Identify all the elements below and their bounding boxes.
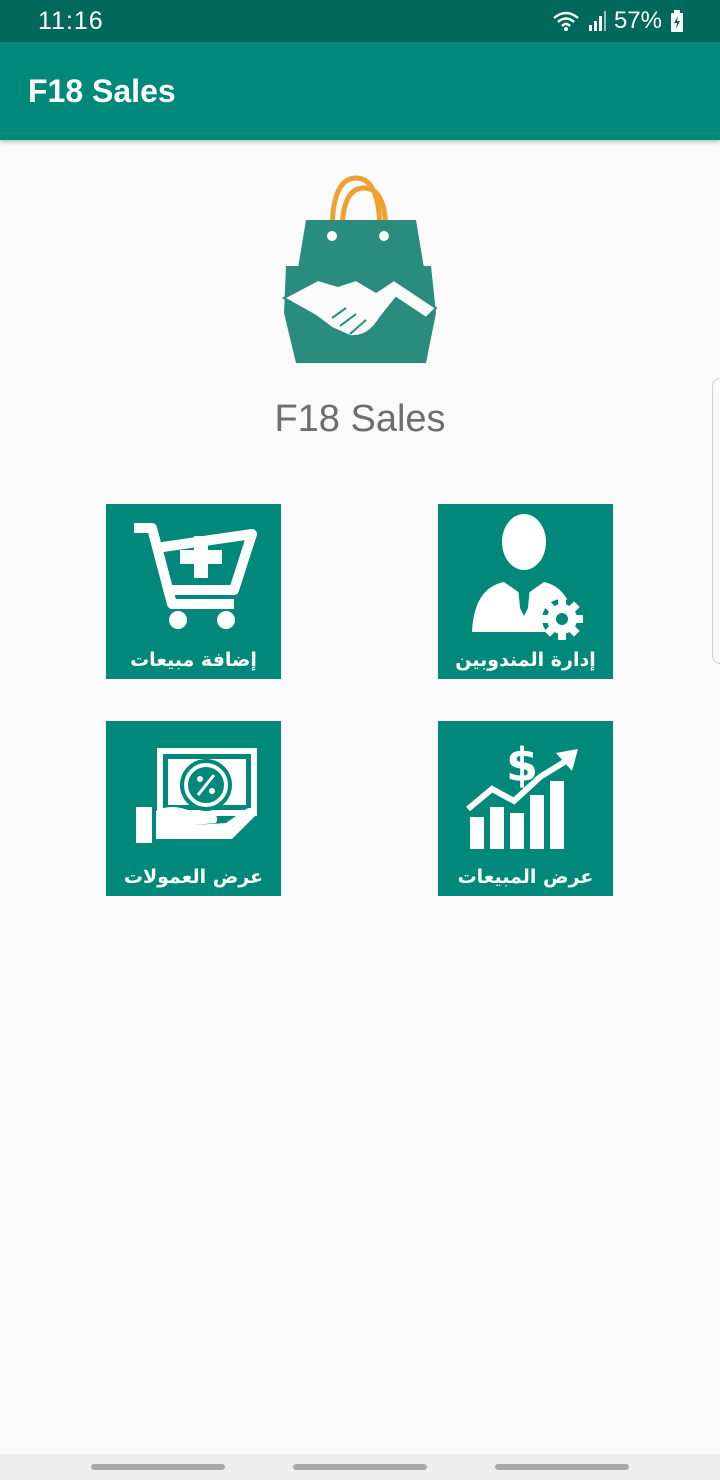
app-title: F18 Sales [28, 72, 176, 109]
app-bar: F18 Sales [0, 42, 720, 140]
manage-reps-label: إدارة المندوبين [455, 649, 596, 671]
navigation-bar [0, 1454, 720, 1480]
wifi-icon [553, 11, 579, 31]
status-icons: 57% [552, 7, 684, 35]
battery-percent: 57% [613, 7, 662, 34]
signal-icon [588, 11, 606, 31]
status-bar: 11:16 57% [0, 0, 720, 42]
manage-reps-button[interactable]: إدارة المندوبين [438, 504, 613, 679]
view-sales-label: عرض المبيعات [457, 866, 594, 888]
add-sales-button[interactable]: إضافة مبيعات [106, 504, 281, 679]
nav-back-button[interactable] [495, 1464, 629, 1470]
view-commissions-button[interactable]: عرض العمولات [106, 721, 281, 896]
add-sales-label: إضافة مبيعات [130, 649, 257, 671]
view-sales-button[interactable]: $ عرض المبيعات [438, 721, 613, 896]
status-time: 11:16 [38, 6, 104, 35]
shopping-bag-handshake-logo [281, 175, 438, 363]
view-commissions-label: عرض العمولات [123, 866, 264, 888]
app-name-heading: F18 Sales [274, 398, 446, 440]
nav-home-button[interactable] [293, 1464, 427, 1470]
battery-icon [671, 10, 683, 32]
edge-panel-handle[interactable] [712, 378, 720, 664]
nav-recents-button[interactable] [91, 1464, 225, 1470]
